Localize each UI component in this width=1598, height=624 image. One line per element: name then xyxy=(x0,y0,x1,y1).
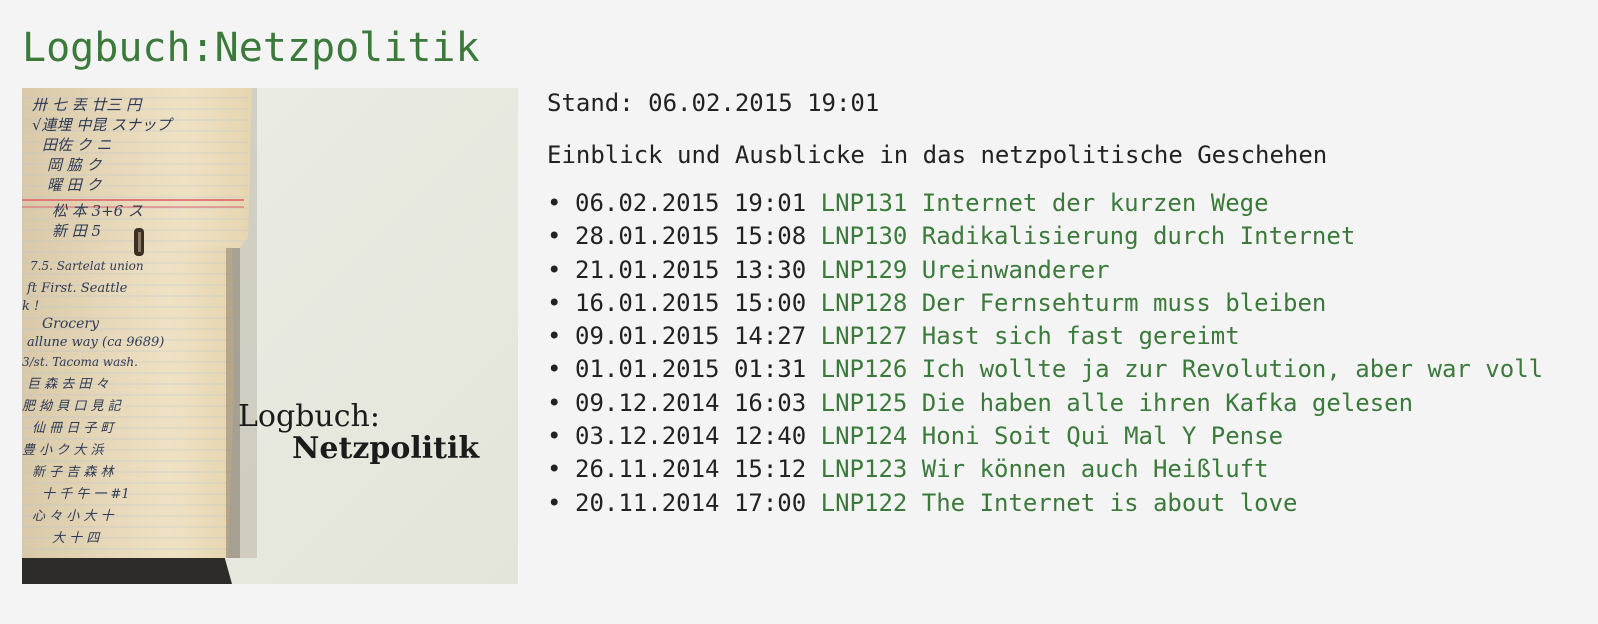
episode-item: • 06.02.2015 19:01 LNP131 Internet der ku… xyxy=(547,187,1587,220)
podcast-description: Einblick und Ausblicke in das netzpoliti… xyxy=(547,141,1328,169)
svg-text:十 千 午 一 #1: 十 千 午 一 #1 xyxy=(42,487,130,502)
svg-text:3/st. Tacoma wash.: 3/st. Tacoma wash. xyxy=(22,355,138,369)
episode-item: • 20.11.2014 17:00 LNP122 The Internet is… xyxy=(547,487,1587,520)
episode-item: • 01.01.2015 01:31 LNP126 Ich wollte ja z… xyxy=(547,353,1587,386)
episode-link[interactable]: LNP130 Radikalisierung durch Internet xyxy=(821,222,1356,250)
svg-text:卅 七 丟 廿三 円: 卅 七 丟 廿三 円 xyxy=(32,96,143,114)
svg-text:豊 小 ク 大 浜: 豊 小 ク 大 浜 xyxy=(22,443,105,458)
episode-link[interactable]: LNP125 Die haben alle ihren Kafka gelese… xyxy=(821,389,1413,417)
episode-date: 01.01.2015 01:31 xyxy=(575,355,807,384)
episode-link[interactable]: LNP123 Wir können auch Heißluft xyxy=(821,455,1269,483)
episode-link[interactable]: LNP124 Honi Soit Qui Mal Y Pense xyxy=(821,422,1283,450)
bullet-icon: • xyxy=(547,255,562,284)
cover-logo-line1: Logbuch: xyxy=(238,399,380,434)
svg-text:巨 森 去 田 々: 巨 森 去 田 々 xyxy=(27,377,109,392)
bullet-icon: • xyxy=(547,222,562,251)
episode-link[interactable]: LNP127 Hast sich fast gereimt xyxy=(821,322,1240,350)
episode-date: 09.01.2015 14:27 xyxy=(575,322,807,351)
episode-item: • 03.12.2014 12:40 LNP124 Honi Soit Qui M… xyxy=(547,420,1587,453)
episode-date: 26.11.2014 15:12 xyxy=(575,455,807,484)
episode-link[interactable]: LNP131 Internet der kurzen Wege xyxy=(821,189,1269,217)
svg-text:仙 冊 日 子 町: 仙 冊 日 子 町 xyxy=(32,421,116,436)
bullet-icon: • xyxy=(547,355,562,384)
bullet-icon: • xyxy=(547,422,562,451)
episode-item: • 16.01.2015 15:00 LNP128 Der Fernsehturm… xyxy=(547,287,1587,320)
episode-date: 28.01.2015 15:08 xyxy=(575,222,807,251)
episode-link[interactable]: LNP129 Ureinwanderer xyxy=(821,256,1110,284)
svg-text:新 田 5: 新 田 5 xyxy=(52,222,101,240)
bullet-icon: • xyxy=(547,455,562,484)
svg-text:曜 田 ク: 曜 田 ク xyxy=(47,176,103,194)
episode-date: 16.01.2015 15:00 xyxy=(575,288,807,317)
svg-text:ft First. Seattle: ft First. Seattle xyxy=(26,281,128,296)
episode-date: 21.01.2015 13:30 xyxy=(575,255,807,284)
svg-text:√連埋 中昆 スナップ: √連埋 中昆 スナップ xyxy=(32,116,174,134)
episode-date: 06.02.2015 19:01 xyxy=(575,189,807,217)
episode-date: 09.12.2014 16:03 xyxy=(575,388,807,417)
svg-text:岡 脇 ク: 岡 脇 ク xyxy=(47,156,103,174)
episode-item: • 28.01.2015 15:08 LNP130 Radikalisierung… xyxy=(547,220,1587,253)
episode-date: 20.11.2014 17:00 xyxy=(575,488,807,517)
svg-text:心 々 小 大 十: 心 々 小 大 十 xyxy=(32,509,115,524)
podcast-info: Stand: 06.02.2015 19:01 Einblick und Aus… xyxy=(547,86,1587,520)
svg-text:Grocery: Grocery xyxy=(42,316,100,332)
episode-item: • 21.01.2015 13:30 LNP129 Ureinwanderer xyxy=(547,254,1587,287)
bullet-icon: • xyxy=(547,189,562,217)
episode-link[interactable]: LNP126 Ich wollte ja zur Revolution, abe… xyxy=(821,355,1543,383)
bullet-icon: • xyxy=(547,488,562,517)
svg-text:k !: k ! xyxy=(22,299,39,314)
cover-logo-line2: Netzpolitik xyxy=(292,431,480,466)
episode-item: • 09.12.2014 16:03 LNP125 Die haben alle … xyxy=(547,387,1587,420)
episode-list: • 06.02.2015 19:01 LNP131 Internet der ku… xyxy=(547,187,1587,520)
bullet-icon: • xyxy=(547,388,562,417)
last-updated-text: Stand: 06.02.2015 19:01 xyxy=(547,89,880,117)
svg-text:allune way (ca 9689): allune way (ca 9689) xyxy=(27,335,164,350)
bullet-icon: • xyxy=(547,288,562,317)
svg-text:新 子 吉 森 林: 新 子 吉 森 林 xyxy=(32,465,116,480)
svg-text:田佐 ク ニ: 田佐 ク ニ xyxy=(42,136,112,154)
svg-text:大 十 四: 大 十 四 xyxy=(52,531,101,546)
episode-item: • 09.01.2015 14:27 LNP127 Hast sich fast … xyxy=(547,320,1587,353)
episode-link[interactable]: LNP122 The Internet is about love xyxy=(821,489,1298,517)
page-title: Logbuch:Netzpolitik xyxy=(22,25,480,71)
podcast-cover-image: 卅 七 丟 廿三 円 √連埋 中昆 スナップ 田佐 ク ニ 岡 脇 ク 曜 田 … xyxy=(22,88,518,584)
episode-date: 03.12.2014 12:40 xyxy=(575,422,807,451)
episode-item: • 26.11.2014 15:12 LNP123 Wir können auch… xyxy=(547,453,1587,486)
episode-link[interactable]: LNP128 Der Fernsehturm muss bleiben xyxy=(821,289,1327,317)
svg-text:松 本 3+6 ス: 松 本 3+6 ス xyxy=(52,202,143,220)
svg-text:肥 拗 貝 口 見 記: 肥 拗 貝 口 見 記 xyxy=(22,399,123,414)
bullet-icon: • xyxy=(547,322,562,351)
svg-text:7.5. Sartelat union: 7.5. Sartelat union xyxy=(30,259,144,273)
